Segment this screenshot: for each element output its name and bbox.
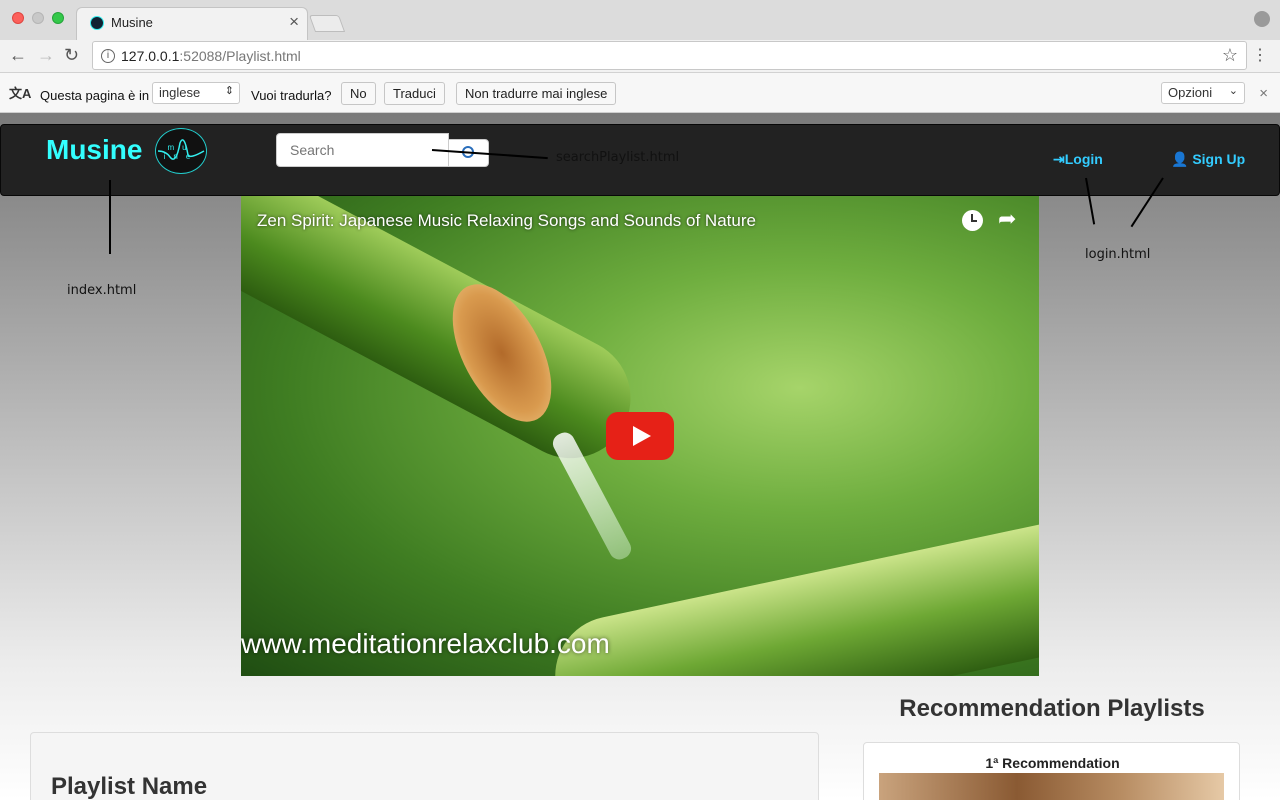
recommendation-image[interactable] [879,773,1224,800]
annotation-index: index.html [67,283,137,298]
logo-text: mu ine [163,143,199,161]
tab-close-icon[interactable]: × [289,12,299,32]
playlist-panel: Playlist Name [30,732,819,800]
tab-title: Musine [111,15,153,30]
back-arrow-icon[interactable]: ← [9,45,27,65]
address-bar[interactable]: i 127.0.0.1:52088/Playlist.html ☆ [92,41,1247,70]
close-translate-icon[interactable]: × [1259,85,1268,102]
info-icon[interactable]: i [101,49,115,63]
annotation-login: login.html [1085,247,1151,262]
translate-prefix: Questa pagina è in [40,88,150,103]
maximize-window-button[interactable] [52,12,64,24]
close-window-button[interactable] [12,12,24,24]
brand-link[interactable]: Musine [46,134,142,166]
translate-icon: 文A [9,86,32,101]
browser-tab[interactable]: Musine × [76,7,308,40]
url-text: 127.0.0.1:52088/Playlist.html [121,48,301,64]
user-icon: 👤 [1171,151,1189,167]
page-body: Musine mu ine ⇥Login 👤 Sign Up index.htm… [0,113,1280,800]
share-icon[interactable]: ➦ [998,206,1016,232]
annotation-line-index [109,180,111,254]
translate-button[interactable]: Traduci [384,82,445,105]
browser-toolbar: ← → ↻ i 127.0.0.1:52088/Playlist.html ☆ … [0,40,1280,73]
never-translate-button[interactable]: Non tradurre mai inglese [456,82,617,105]
select-arrows-icon: ⇕ [224,85,234,97]
forward-arrow-icon[interactable]: → [37,45,55,65]
chevron-down-icon: ⌄ [1228,85,1238,97]
signup-link[interactable]: 👤 Sign Up [1171,151,1245,168]
browser-tab-strip: Musine × [0,0,1280,40]
annotation-search: searchPlaylist.html [556,150,680,165]
login-link[interactable]: ⇥Login [1053,151,1103,168]
translate-bar: 文A Questa pagina è in inglese ⇕ Vuoi trad… [0,73,1280,113]
profile-icon[interactable] [1254,11,1270,27]
video-thumbnail-bamboo [241,196,652,480]
favicon-icon [90,16,104,30]
musine-logo[interactable]: mu ine [155,128,207,174]
watch-later-icon[interactable] [962,210,983,231]
search-input[interactable] [276,133,449,167]
browser-menu-icon[interactable]: ⋮ [1252,45,1268,65]
video-title[interactable]: Zen Spirit: Japanese Music Relaxing Song… [257,211,756,231]
no-button[interactable]: No [341,82,376,105]
translate-question: Vuoi tradurla? [251,88,332,103]
playlist-name: Playlist Name [51,773,208,800]
recommendations-heading: Recommendation Playlists [899,695,1205,722]
options-select[interactable]: Opzioni ⌄ [1161,82,1245,104]
recommendation-title: 1ª Recommendation [985,755,1120,771]
new-tab-button[interactable] [308,15,346,32]
recommendation-card[interactable]: 1ª Recommendation [863,742,1240,800]
bookmark-star-icon[interactable]: ☆ [1222,45,1238,66]
reload-icon[interactable]: ↻ [64,45,79,65]
play-button[interactable] [606,412,674,460]
login-icon: ⇥ [1053,151,1065,167]
video-watermark: www.meditationrelaxclub.com [241,628,610,659]
language-select[interactable]: inglese ⇕ [152,82,240,104]
video-player[interactable]: Zen Spirit: Japanese Music Relaxing Song… [241,196,1039,676]
minimize-window-button[interactable] [32,12,44,24]
